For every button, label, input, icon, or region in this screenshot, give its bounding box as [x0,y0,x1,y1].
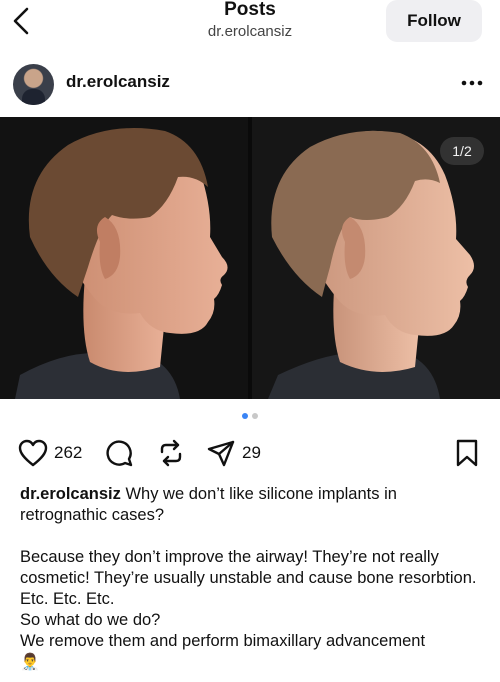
comment-button[interactable] [104,437,134,469]
carousel-dot[interactable] [252,413,258,419]
doctor-emoji: 👨‍⚕️ [20,654,40,671]
like-button[interactable]: 262 [18,437,82,469]
chevron-left-icon [13,7,29,35]
save-button[interactable] [454,438,480,473]
heart-icon [18,439,48,467]
comment-icon [106,440,133,467]
top-bar: Posts dr.erolcansiz Follow [0,0,500,50]
bookmark-icon [456,439,478,467]
more-horizontal-icon [461,80,483,86]
caption-username[interactable]: dr.erolcansiz [20,485,121,503]
back-button[interactable] [8,4,34,38]
share-button[interactable]: 29 [206,437,261,469]
repost-icon [160,439,182,467]
author-username[interactable]: dr.erolcansiz [66,72,170,92]
more-options-button[interactable] [460,74,484,92]
follow-button[interactable]: Follow [386,0,482,42]
media-page-indicator: 1/2 [440,137,484,165]
post-actions: 262 29 [0,435,500,471]
send-icon [207,440,235,467]
photo-divider [248,117,252,399]
caption-answer: We remove them and perform bimaxillary a… [20,632,426,650]
post-image[interactable]: 1/2 [0,117,500,399]
avatar[interactable] [13,64,54,105]
caption-question: So what do we do? [20,611,161,629]
post-author-row: dr.erolcansiz [0,60,500,108]
caption-first-line: dr.erolcansiz Why we don’t like silicone… [20,484,486,526]
like-count: 262 [54,443,83,462]
caption-paragraph: Because they don’t improve the airway! T… [20,548,477,608]
share-count: 29 [242,443,261,462]
carousel-dot-active[interactable] [242,413,248,419]
repost-button[interactable] [156,437,186,469]
post-caption: dr.erolcansiz Why we don’t like silicone… [20,484,486,673]
carousel-dots [0,413,500,419]
